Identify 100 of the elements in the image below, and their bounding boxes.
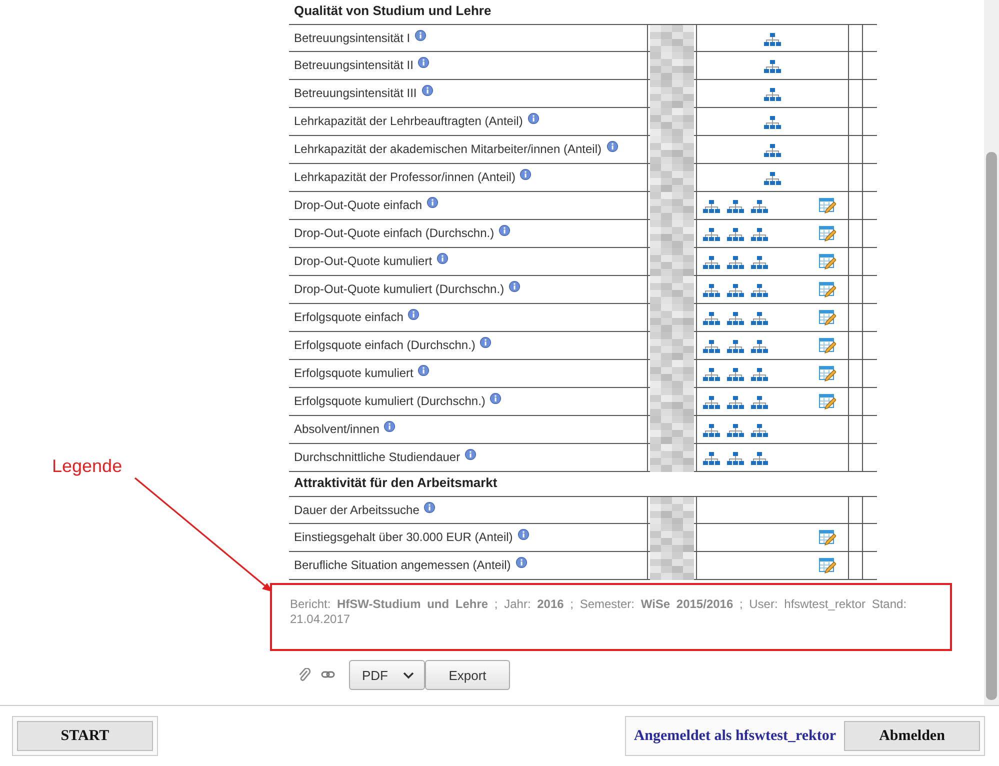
hierarchy-icon[interactable] (751, 228, 768, 240)
blurred-value (650, 497, 694, 525)
hierarchy-icon[interactable] (751, 340, 768, 352)
indicator-label: Lehrkapazität der Professor/innen (Anteil) (294, 170, 516, 184)
indicator-label: Durchschnittliche Studiendauer (294, 450, 460, 464)
info-icon[interactable] (520, 168, 532, 180)
hierarchy-icon[interactable] (703, 424, 720, 436)
info-icon[interactable] (490, 392, 502, 404)
export-button[interactable]: Export (425, 660, 510, 690)
indicator-label: Drop-Out-Quote kumuliert (Durchschn.) (294, 282, 504, 296)
indicator-label: Berufliche Situation angemessen (Anteil) (294, 558, 511, 572)
info-icon[interactable] (606, 140, 618, 152)
hierarchy-icon[interactable] (764, 144, 781, 156)
login-status: Angemeldet als hfswtest_rektor (634, 728, 836, 744)
info-icon[interactable] (528, 112, 539, 124)
table-edit-icon[interactable] (819, 558, 836, 574)
blurred-value (650, 164, 694, 192)
hierarchy-icon[interactable] (727, 200, 744, 212)
report-legend: Bericht: HfSW-Studium und Lehre ; Jahr: 2016 ; Semester: WiSe 2015/2016 ; User: hfswtest_rektor Stand: 21.04.2017 (290, 597, 942, 627)
hierarchy-icon[interactable] (727, 368, 744, 380)
table-edit-icon[interactable] (819, 394, 836, 410)
hierarchy-icon[interactable] (727, 228, 744, 240)
info-icon[interactable] (499, 224, 510, 236)
table-edit-icon[interactable] (819, 282, 836, 298)
info-icon[interactable] (418, 364, 430, 376)
hierarchy-icon[interactable] (751, 312, 768, 324)
blurred-value (650, 136, 694, 164)
hierarchy-icon[interactable] (727, 340, 744, 352)
hierarchy-icon[interactable] (727, 452, 744, 464)
hierarchy-icon[interactable] (751, 452, 768, 464)
info-icon[interactable] (509, 280, 520, 292)
hierarchy-icon[interactable] (727, 312, 744, 324)
paperclip-icon[interactable] (298, 668, 311, 682)
hierarchy-icon[interactable] (703, 452, 720, 464)
info-icon[interactable] (384, 420, 396, 432)
info-icon[interactable] (415, 30, 426, 40)
format-dropdown[interactable]: PDF (349, 660, 425, 690)
hierarchy-icon[interactable] (727, 256, 744, 268)
indicator-label: Erfolgsquote einfach (294, 310, 404, 324)
hierarchy-icon[interactable] (751, 256, 768, 268)
chevron-down-icon (403, 672, 414, 678)
hierarchy-icon[interactable] (703, 312, 720, 324)
hierarchy-icon[interactable] (751, 368, 768, 380)
hierarchy-icon[interactable] (751, 284, 768, 296)
hierarchy-icon[interactable] (703, 200, 720, 212)
hierarchy-icon[interactable] (703, 284, 720, 296)
start-button[interactable]: START (17, 721, 153, 751)
blurred-value (650, 552, 694, 580)
indicator-label: Lehrkapazität der akademischen Mitarbeiter/innen (Anteil) (294, 142, 602, 156)
logout-button[interactable]: Abmelden (844, 721, 980, 751)
info-icon[interactable] (465, 448, 476, 460)
hierarchy-icon[interactable] (703, 340, 720, 352)
hierarchy-icon[interactable] (727, 396, 744, 408)
table-edit-icon[interactable] (819, 226, 836, 242)
indicator-label: Drop-Out-Quote einfach (Durchschn.) (294, 226, 494, 240)
hierarchy-icon[interactable] (727, 424, 744, 436)
hierarchy-icon[interactable] (703, 368, 720, 380)
table-edit-icon[interactable] (819, 254, 836, 270)
hierarchy-icon[interactable] (703, 396, 720, 408)
hierarchy-icon[interactable] (703, 228, 720, 240)
info-icon[interactable] (418, 56, 430, 68)
blurred-value (650, 192, 694, 220)
indicator-label: Erfolgsquote kumuliert (294, 366, 414, 380)
blurred-value (650, 80, 694, 108)
blurred-value (650, 52, 694, 80)
hierarchy-icon[interactable] (751, 396, 768, 408)
scrollbar[interactable] (984, 0, 999, 705)
info-icon[interactable] (480, 336, 492, 348)
hierarchy-icon[interactable] (703, 256, 720, 268)
blurred-value (650, 332, 694, 360)
info-icon[interactable] (516, 556, 527, 568)
table-edit-icon[interactable] (819, 338, 836, 354)
info-icon[interactable] (518, 528, 529, 540)
info-icon[interactable] (422, 84, 433, 96)
blurred-value (650, 360, 694, 388)
blurred-value (650, 25, 694, 53)
table-edit-icon[interactable] (819, 198, 836, 214)
hierarchy-icon[interactable] (764, 32, 781, 46)
table-edit-icon[interactable] (819, 530, 836, 546)
info-icon[interactable] (424, 502, 436, 512)
info-icon[interactable] (427, 196, 438, 208)
info-icon[interactable] (408, 308, 420, 320)
indicator-label: Einstiegsgehalt über 30.000 EUR (Anteil) (294, 530, 513, 544)
table-edit-icon[interactable] (819, 366, 836, 382)
hierarchy-icon[interactable] (764, 116, 781, 128)
info-icon[interactable] (437, 252, 448, 264)
hierarchy-icon[interactable] (764, 88, 781, 100)
link-icon[interactable] (321, 670, 335, 680)
indicator-label: Betreuungsintensität I (294, 30, 410, 44)
hierarchy-icon[interactable] (727, 284, 744, 296)
hierarchy-icon[interactable] (764, 60, 781, 72)
indicator-label: Drop-Out-Quote einfach (294, 198, 422, 212)
indicator-label: Dauer der Arbeitssuche (294, 502, 420, 516)
hierarchy-icon[interactable] (764, 172, 781, 184)
indicator-label: Drop-Out-Quote kumuliert (294, 254, 432, 268)
hierarchy-icon[interactable] (751, 200, 768, 212)
blurred-value (650, 524, 694, 552)
indicator-label: Erfolgsquote kumuliert (Durchschn.) (294, 394, 486, 408)
table-edit-icon[interactable] (819, 310, 836, 326)
hierarchy-icon[interactable] (751, 424, 768, 436)
